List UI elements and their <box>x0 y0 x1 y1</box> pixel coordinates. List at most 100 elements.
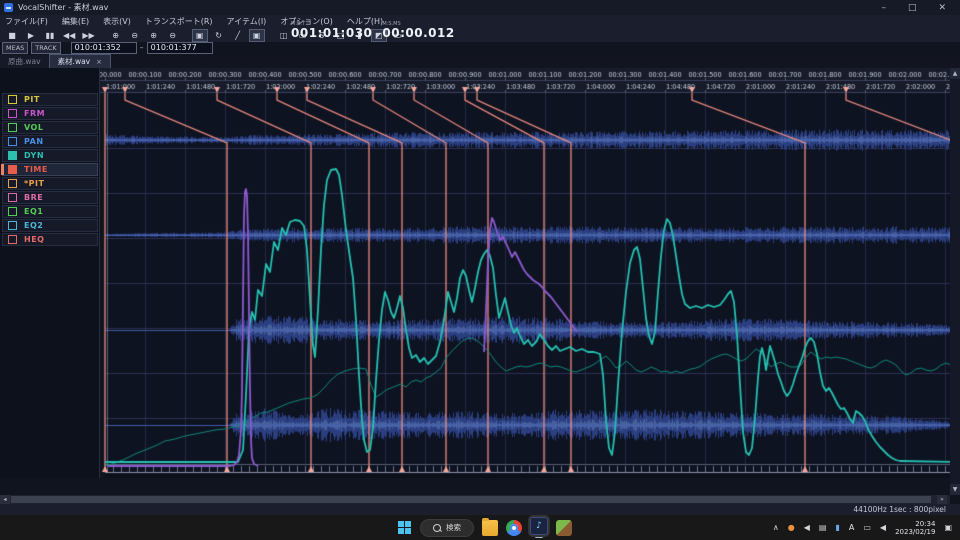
fast-forward-icon[interactable]: ▶▶ <box>80 29 96 42</box>
meas-button[interactable]: MEAS <box>2 41 29 54</box>
tab-原曲.wav[interactable]: 原曲.wav <box>0 55 49 68</box>
taskbar-clock[interactable]: 20:34 2023/02/19 <box>895 520 935 536</box>
msms-value: 00:00.012 <box>382 26 455 40</box>
param-label: DYN <box>24 151 45 160</box>
zoom-in-horizontal-icon[interactable]: ⊕ <box>108 29 124 42</box>
tray-app-icon[interactable]: ● <box>788 523 795 532</box>
scroll-right-arrow[interactable]: » <box>937 495 947 504</box>
search-icon <box>433 523 441 532</box>
title-bar: VocalShifter - 素材.wav – □ ✕ <box>0 0 960 15</box>
tab-素材.wav[interactable]: 素材.wav × <box>48 54 111 68</box>
minimize-button[interactable]: – <box>881 3 886 13</box>
zoom-in-vertical-icon[interactable]: ⊕ <box>146 29 162 42</box>
item-edit-icon[interactable]: ▣ <box>248 28 265 42</box>
document-tabs: 原曲.wav 素材.wav × <box>0 54 960 68</box>
param-button-EQ2[interactable]: EQ2 <box>2 219 98 232</box>
game-app-icon <box>556 519 572 536</box>
horizontal-scrollbar[interactable]: ◂ » <box>0 495 950 504</box>
param-button-PIT[interactable]: PIT <box>2 93 98 106</box>
param-checkbox[interactable] <box>8 95 17 104</box>
menu-bar: ファイル(F) 編集(E) 表示(V) トランスポート(R) アイテム(I) オプション(… <box>0 15 960 28</box>
clock-time: 20:34 <box>915 519 936 528</box>
param-button-DYN[interactable]: DYN <box>2 149 98 162</box>
ime-mode[interactable]: A <box>849 523 854 532</box>
status-bar: 44100Hz 1sec : 800pixel <box>0 504 960 515</box>
menu-item-0[interactable]: ファイル(F) <box>5 16 48 27</box>
close-button[interactable]: ✕ <box>938 3 946 13</box>
param-checkbox[interactable] <box>8 109 17 118</box>
taskbar-app-vocalshifter[interactable]: ♪ <box>530 517 548 538</box>
play-icon[interactable]: ▶ <box>23 29 39 42</box>
range-end-field[interactable]: 010:01:377 <box>146 41 213 54</box>
param-label: PIT <box>24 95 40 104</box>
transport-time-display: M:B:T 001:01:030 M:S.MS 00:00.012 <box>291 21 455 41</box>
select-tool-icon[interactable]: ▣ <box>191 28 208 42</box>
scroll-left-arrow[interactable]: ◂ <box>0 495 10 504</box>
param-button-EQ1[interactable]: EQ1 <box>2 205 98 218</box>
active-app-indicator <box>535 536 543 538</box>
menu-item-2[interactable]: 表示(V) <box>103 16 131 27</box>
taskbar-app-chrome[interactable] <box>506 519 522 536</box>
maximize-button[interactable]: □ <box>908 3 917 13</box>
zoom-out-vertical-icon[interactable]: ⊖ <box>165 29 181 42</box>
microphone-icon[interactable]: ▮ <box>835 523 839 532</box>
zoom-out-horizontal-icon[interactable]: ⊖ <box>127 29 143 42</box>
range-dash: – <box>139 43 144 52</box>
item-view-icon[interactable]: ◫ <box>276 29 292 42</box>
param-button-HEQ[interactable]: HEQ <box>2 233 98 246</box>
param-checkbox[interactable] <box>8 193 17 202</box>
param-label: EQ2 <box>24 221 44 230</box>
vocalshifter-icon: ♪ <box>530 517 548 535</box>
parameter-sidebar: PIT FRM VOL PAN DYN TIME *PIT BRE EQ1 EQ2 HEQ <box>0 68 100 478</box>
keyboard-icon[interactable]: ▤ <box>819 523 827 532</box>
param-label: HEQ <box>24 235 45 244</box>
taskbar-search[interactable]: 検索 <box>420 518 474 537</box>
clock-date: 2023/02/19 <box>895 527 936 536</box>
param-checkbox[interactable] <box>8 207 17 216</box>
range-start-field[interactable]: 010:01:352 <box>70 41 137 54</box>
scroll-up-arrow[interactable]: ▲ <box>950 68 960 79</box>
param-label: *PIT <box>24 179 45 188</box>
param-label: PAN <box>24 137 44 146</box>
notification-bell-icon[interactable]: ▣ <box>944 523 952 532</box>
scroll-down-arrow[interactable]: ▼ <box>950 484 960 495</box>
tab-close-icon[interactable]: × <box>96 58 102 66</box>
param-button-VOL[interactable]: VOL <box>2 121 98 134</box>
param-button-PAN[interactable]: PAN <box>2 135 98 148</box>
display-icon[interactable]: ▭ <box>863 523 871 532</box>
taskbar-app-game[interactable] <box>556 519 572 536</box>
menu-item-3[interactable]: トランスポート(R) <box>145 16 213 27</box>
param-button-FRM[interactable]: FRM <box>2 107 98 120</box>
speaker-icon[interactable]: ◀ <box>804 523 810 532</box>
menu-item-4[interactable]: アイテム(I) <box>227 16 267 27</box>
track-button[interactable]: TRACK <box>31 41 61 54</box>
stop-icon[interactable]: ■ <box>4 29 20 42</box>
volume-icon[interactable]: ◀ <box>880 523 886 532</box>
loop-playback-icon[interactable]: ↻ <box>211 29 227 42</box>
pen-tool-icon[interactable]: ╱ <box>230 29 246 42</box>
param-checkbox[interactable] <box>8 179 17 188</box>
hidden-icons-chevron[interactable]: ∧ <box>773 523 779 532</box>
rewind-icon[interactable]: ◀◀ <box>61 29 77 42</box>
param-checkbox[interactable] <box>8 221 17 230</box>
param-checkbox[interactable] <box>8 137 17 146</box>
search-label: 検索 <box>446 523 461 532</box>
param-checkbox[interactable] <box>8 123 17 132</box>
system-tray: 20:34 2023/02/19 ▣ ∧ ● ◀ ▤ ▮ A ▭ ◀ <box>773 520 960 536</box>
waveform-editor-canvas[interactable] <box>100 68 950 478</box>
vertical-scrollbar[interactable]: ▲ ▼ <box>950 68 960 495</box>
param-checkbox[interactable] <box>8 165 17 174</box>
taskbar-app-file-explorer[interactable] <box>482 517 498 536</box>
param-checkbox[interactable] <box>8 235 17 244</box>
param-button-TIME[interactable]: TIME <box>1 163 98 176</box>
horizontal-scroll-thumb[interactable] <box>11 496 931 503</box>
app-icon <box>4 3 13 12</box>
param-checkbox[interactable] <box>8 151 17 160</box>
param-label: BRE <box>24 193 44 202</box>
param-button-PIT[interactable]: *PIT <box>2 177 98 190</box>
param-label: EQ1 <box>24 207 44 216</box>
pause-icon[interactable]: ▮▮ <box>42 29 58 42</box>
menu-item-1[interactable]: 編集(E) <box>62 16 89 27</box>
param-button-BRE[interactable]: BRE <box>2 191 98 204</box>
start-button[interactable] <box>398 520 412 535</box>
